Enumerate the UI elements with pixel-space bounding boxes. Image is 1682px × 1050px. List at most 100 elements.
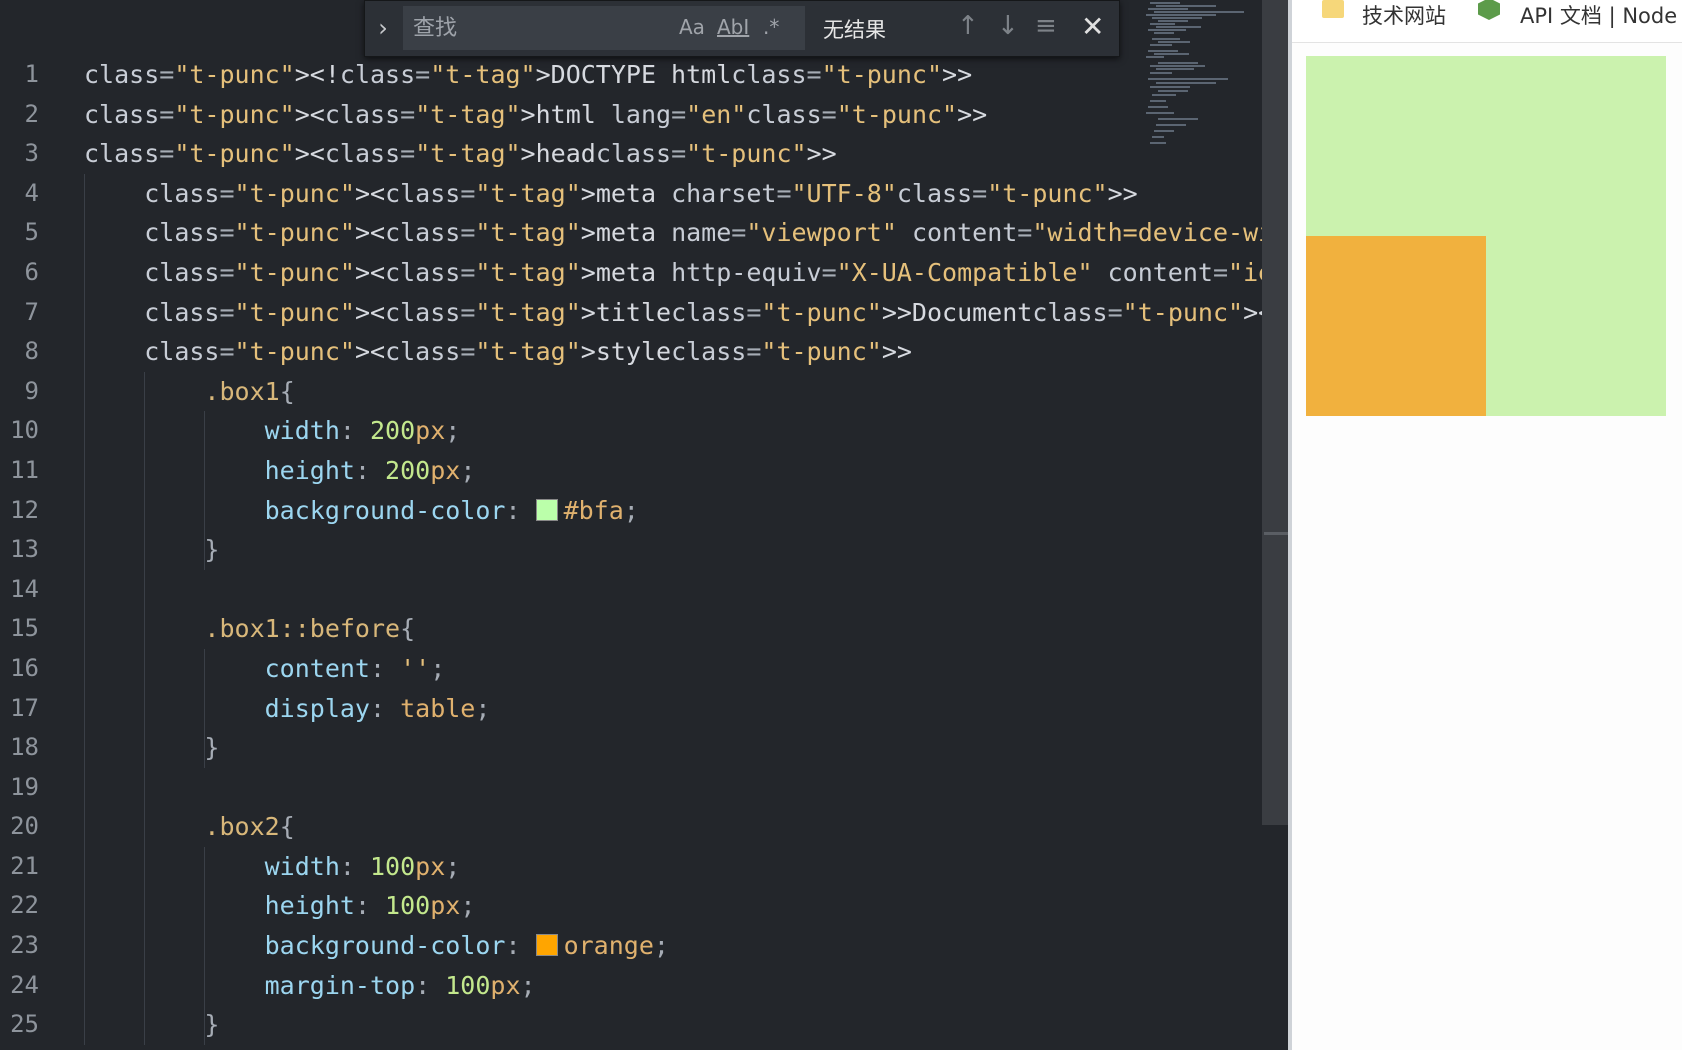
minimap-line [1148,106,1168,108]
find-status-text: 无结果 [823,18,886,42]
line-number: 25 [10,1010,39,1039]
minimap-line [1150,23,1175,25]
code-line[interactable]: class="t-punc"><class="t-tag">meta http-… [84,253,1290,293]
bookmark-label: 技术网站 [1362,4,1446,28]
color-swatch [535,498,558,521]
line-number: 12 [10,495,39,524]
color-swatch [535,934,558,957]
code-line[interactable]: } [84,728,1140,768]
code-line[interactable] [84,570,1140,610]
find-in-selection-icon[interactable]: ≡ [1035,11,1057,41]
regex-icon[interactable]: .* [763,15,779,39]
line-number: 24 [10,970,39,999]
code-line[interactable]: background-color: #bfa; [84,491,1140,531]
minimap-line [1150,65,1205,67]
code-line[interactable]: } [84,530,1140,570]
line-number: 3 [24,139,39,168]
minimap-line [1156,26,1201,28]
line-number: 9 [24,376,39,405]
code-line[interactable]: display: table; [84,689,1140,729]
code-line[interactable]: width: 200px; [84,411,1140,451]
line-number: 7 [24,297,39,326]
line-number: 2 [24,99,39,128]
minimap-line [1148,50,1178,52]
code-line[interactable]: width: 100px; [84,847,1140,887]
minimap-line [1152,94,1176,96]
line-number: 16 [10,653,39,682]
line-number: 23 [10,931,39,960]
minimap-line [1150,44,1172,46]
minimap-line [1152,17,1202,19]
minimap[interactable] [1142,0,1262,160]
line-number: 17 [10,693,39,722]
code-line[interactable]: class="t-punc"><!class="t-tag">DOCTYPE h… [84,55,1140,95]
browser-preview: 技术网站 API 文档 | Node [1292,0,1682,1050]
code-line[interactable]: content: ''; [84,649,1140,689]
minimap-line [1152,136,1164,138]
code-area[interactable]: class="t-punc"><!class="t-tag">DOCTYPE h… [84,55,1290,1045]
minimap-line [1150,86,1190,88]
minimap-line [1156,68,1194,70]
minimap-line [1148,78,1228,80]
line-number: 14 [10,574,39,603]
minimap-line [1154,130,1174,132]
minimap-line [1158,41,1190,43]
line-number: 15 [10,614,39,643]
minimap-line [1156,5,1216,7]
code-line[interactable]: class="t-punc"><class="t-tag">meta chars… [84,174,1140,214]
code-line[interactable]: height: 200px; [84,451,1140,491]
code-line[interactable]: class="t-punc"><class="t-tag">headclass=… [84,134,1140,174]
indent-guide [204,411,205,570]
nodejs-icon [1478,0,1500,20]
line-number: 11 [10,455,39,484]
minimap-line [1148,29,1186,31]
code-editor[interactable]: › Aa AbI .* 无结果 ↑ ↓ ≡ ✕ 1234567891011121… [0,0,1290,1050]
box2-preview [1306,236,1486,416]
editor-scrollbar[interactable] [1262,0,1288,825]
minimap-line [1148,8,1188,10]
code-line[interactable]: class="t-punc"><class="t-tag">html lang=… [84,95,1140,135]
minimap-line [1152,38,1180,40]
line-number: 5 [24,218,39,247]
minimap-line [1150,2,1180,4]
minimap-line [1158,118,1198,120]
code-line[interactable]: .box1{ [84,372,1140,412]
code-line[interactable]: class="t-punc"><class="t-tag">styleclass… [84,332,1140,372]
minimap-line [1150,72,1172,74]
code-line[interactable]: class="t-punc"><class="t-tag">titleclass… [84,293,1290,333]
code-line[interactable]: .box2{ [84,807,1140,847]
line-number: 22 [10,891,39,920]
close-icon[interactable]: ✕ [1081,10,1104,43]
scrollbar-track [1262,825,1288,1050]
scrollbar-marker [1264,532,1288,535]
code-line[interactable]: .box1::before{ [84,609,1140,649]
code-line[interactable] [84,768,1140,808]
line-number: 1 [24,60,39,88]
code-line[interactable]: background-color: orange; [84,926,1140,966]
minimap-line [1158,20,1188,22]
arrow-up-icon[interactable]: ↑ [957,11,979,41]
code-line[interactable]: } [84,1005,1140,1045]
minimap-line [1158,62,1198,64]
minimap-line [1156,82,1216,84]
minimap-line [1154,11,1244,13]
line-number: 18 [10,733,39,762]
minimap-line [1146,14,1216,16]
code-line[interactable]: height: 100px; [84,886,1140,926]
match-whole-word-icon[interactable]: AbI [717,15,749,39]
code-line[interactable]: class="t-punc"><class="t-tag">meta name=… [84,213,1290,253]
find-bar: › Aa AbI .* 无结果 ↑ ↓ ≡ ✕ [364,0,1120,57]
line-number: 21 [10,851,39,880]
match-case-icon[interactable]: Aa [679,15,705,39]
line-number: 6 [24,257,39,286]
chevron-right-icon[interactable]: › [373,13,393,43]
minimap-line [1150,142,1166,144]
bookmark-label: API 文档 | Node [1520,4,1678,28]
arrow-down-icon[interactable]: ↓ [997,11,1019,41]
code-line[interactable]: margin-top: 100px; [84,966,1140,1006]
line-number: 19 [10,772,39,801]
minimap-line [1150,100,1166,102]
indent-guide [84,173,85,1045]
line-number: 20 [10,812,39,841]
bookmarks-bar: 技术网站 API 文档 | Node [1292,0,1682,43]
